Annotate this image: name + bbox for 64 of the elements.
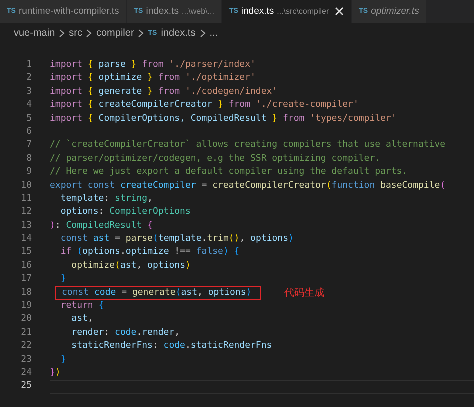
- annotation-text: 代码生成: [284, 286, 325, 300]
- code-line: options: CompilerOptions: [60, 206, 191, 220]
- breadcrumb-item[interactable]: index.ts: [161, 28, 196, 38]
- line-number: 6: [26, 126, 32, 139]
- code-line: }: [60, 354, 66, 367]
- breadcrumb-item[interactable]: src: [69, 28, 82, 38]
- code-line: }: [60, 273, 66, 286]
- tab-label: optimizer.ts: [371, 6, 420, 17]
- line-number: 23: [20, 354, 32, 367]
- line-number: 19: [20, 300, 32, 314]
- code-line: return {: [60, 300, 104, 314]
- line-number: 21: [20, 326, 32, 340]
- line-number: 7: [26, 139, 32, 152]
- code-line: // `createCompilerCreator` allows creating compilers that use alternative: [50, 139, 446, 152]
- line-number: 10: [20, 180, 32, 193]
- code-line: import { optimize } from './optimizer': [50, 72, 256, 86]
- line-number: 4: [26, 99, 32, 112]
- line-number: 11: [20, 192, 32, 206]
- code-line: template: string,: [60, 192, 153, 206]
- line-number: 9: [26, 166, 32, 180]
- chevron-right-icon: [86, 28, 92, 38]
- code-line: // parser/optimizer/codegen, e.g the SSR optimizing compiler.: [50, 152, 381, 166]
- code-line: }): [50, 366, 61, 380]
- line-number: 22: [20, 340, 32, 354]
- line-number: 18: [20, 286, 32, 300]
- code-line: import { createCompilerCreator } from './create-compiler': [50, 99, 359, 112]
- line-number: 5: [26, 112, 32, 126]
- code-line: render: code.render,: [70, 326, 180, 340]
- code-line: export const createCompiler = createCompilerCreator(function baseCompile(: [50, 180, 446, 193]
- line-number: 15: [20, 246, 32, 260]
- code-line: optimize(ast, options): [70, 260, 191, 273]
- breadcrumb-item[interactable]: ...: [210, 28, 218, 38]
- line-number: 16: [20, 260, 32, 273]
- line-number: 14: [20, 233, 32, 246]
- code-line: const ast = parse(template.trim(), options): [60, 233, 294, 246]
- code-line: import { generate } from './codegen/index': [50, 86, 278, 99]
- chevron-right-icon: [59, 28, 66, 38]
- chevron-right-icon: [200, 28, 206, 38]
- code-line: ast,: [70, 313, 94, 326]
- code-line: if (options.optimize !== false) {: [60, 246, 240, 260]
- breadcrumb-item[interactable]: vue-main: [14, 28, 56, 38]
- line-number: 12: [20, 206, 32, 220]
- line-number: 13: [20, 220, 32, 233]
- chevron-right-icon: [138, 28, 144, 38]
- tab-path: ...\src\compiler: [277, 7, 330, 16]
- code-line: // Here we just export a default compiler using the default parts.: [50, 166, 408, 180]
- tab-path: ...\web\...: [182, 7, 214, 16]
- code-line: import { CompilerOptions, CompiledResult } from 'types/compiler': [50, 112, 397, 126]
- breadcrumb-item[interactable]: compiler: [96, 28, 134, 38]
- line-number: 24: [20, 366, 32, 380]
- line-number: 3: [26, 86, 32, 99]
- tab-label: runtime-with-compiler.ts: [18, 6, 120, 17]
- code-line: import { parse } from './parser/index': [50, 59, 256, 72]
- tab-label: index.ts: [146, 6, 179, 17]
- line-number: 2: [26, 72, 32, 86]
- line-number: 1: [26, 59, 32, 72]
- line-number: 25: [20, 380, 32, 394]
- line-number: 20: [20, 313, 32, 326]
- code-line: staticRenderFns: code.staticRenderFns: [70, 340, 272, 354]
- close-icon[interactable]: [335, 7, 344, 16]
- tab-label: index.ts: [241, 6, 274, 17]
- code-line: ): CompiledResult {: [50, 220, 153, 233]
- line-number: 17: [20, 273, 32, 286]
- line-number: 8: [26, 152, 32, 166]
